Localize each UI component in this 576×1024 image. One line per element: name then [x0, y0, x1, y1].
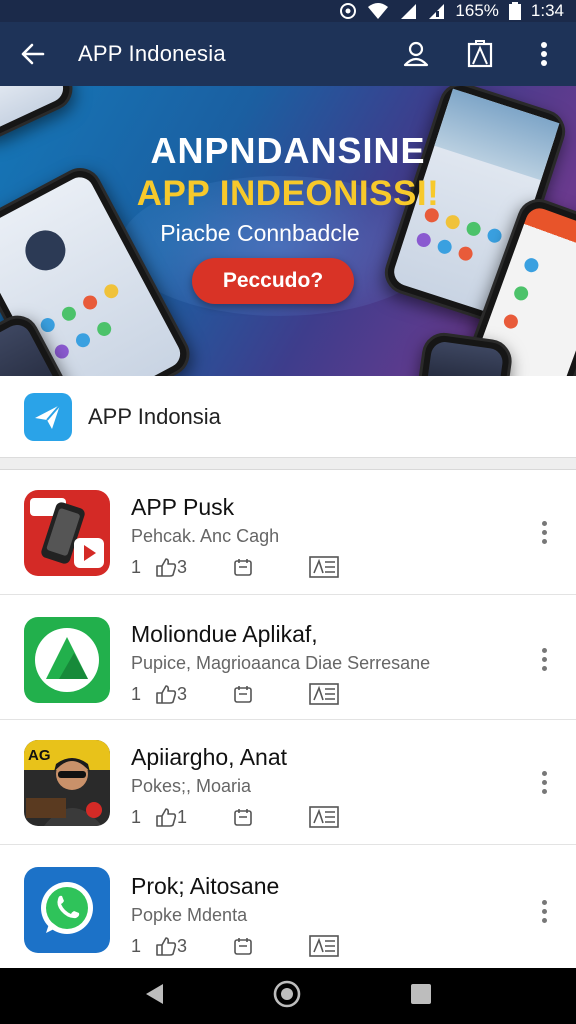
- count-value: 1: [131, 556, 142, 577]
- overflow-menu-button[interactable]: [512, 22, 576, 86]
- circle-home-icon: [273, 980, 301, 1007]
- count-value: 1: [131, 935, 142, 956]
- more-options-button[interactable]: [534, 762, 554, 802]
- calendar-icon: [234, 809, 252, 826]
- list-item[interactable]: APP Pusk Pehcak. Anc Cagh 1 3: [0, 470, 576, 595]
- app-subtitle: Pehcak. Anc Cagh: [131, 526, 280, 546]
- banner-heading-line1: ANPNDANSINE: [150, 130, 426, 171]
- app-logo-icon: [24, 392, 72, 441]
- square-recents-icon: [410, 983, 431, 1004]
- more-options-button[interactable]: [534, 639, 554, 679]
- details-icon: [309, 806, 339, 828]
- section-title: APP Indonsia: [88, 403, 221, 429]
- thumbs-up-icon: [156, 685, 177, 704]
- likes-value: 1: [177, 806, 188, 827]
- account-button[interactable]: [384, 22, 448, 86]
- likes-value: 3: [177, 935, 188, 956]
- list-item[interactable]: Moliondue Aplikaf, Pupice, Magrioaanca D…: [0, 595, 576, 720]
- count-value: 1: [131, 683, 142, 704]
- nav-home-button[interactable]: [272, 979, 302, 1014]
- triangle-back-icon: [146, 983, 164, 1004]
- wifi-icon: [367, 2, 389, 20]
- battery-icon: [508, 2, 521, 20]
- arrow-left-icon: [21, 43, 45, 65]
- red-phone-icon: [24, 490, 110, 576]
- app-name: Moliondue Aplikaf,: [131, 621, 318, 647]
- calendar-icon: [234, 938, 252, 955]
- section-header[interactable]: APP Indonsia: [0, 376, 576, 458]
- list-item[interactable]: AG Apiiargho, Anat Pokes;, Moaria 1 1: [0, 720, 576, 845]
- app-name: Prok; Aitosane: [131, 873, 280, 899]
- banner-heading-line2: APP INDEONISSI!: [136, 174, 440, 213]
- person-icon: [403, 41, 429, 67]
- status-bar: 165% 1:34: [0, 0, 576, 22]
- green-triangle-icon: [24, 617, 110, 703]
- more-options-button[interactable]: [534, 891, 554, 931]
- share-button[interactable]: [448, 22, 512, 86]
- more-vert-icon: [541, 42, 547, 66]
- likes-value: 3: [177, 683, 188, 704]
- share-icon: [467, 40, 493, 68]
- details-icon: [309, 683, 339, 705]
- thumbs-up-icon: [156, 558, 177, 577]
- more-options-button[interactable]: [534, 512, 554, 552]
- app-list: APP Pusk Pehcak. Anc Cagh 1 3 Moliondue …: [0, 470, 576, 968]
- list-item[interactable]: Prok; Aitosane Popke Mdenta 1 3: [0, 845, 576, 970]
- system-nav-bar: [0, 968, 576, 1024]
- signal-icon: [399, 2, 417, 20]
- app-name: APP Pusk: [131, 494, 235, 520]
- whatsapp-icon: [24, 867, 110, 953]
- battery-percent: 165%: [455, 1, 499, 20]
- app-subtitle: Pupice, Magrioaanca Diae Serresane: [131, 653, 431, 673]
- promo-banner[interactable]: ANPNDANSINE APP INDEONISSI! Piacbe Connb…: [0, 86, 576, 376]
- portrait-icon: AG: [24, 740, 110, 826]
- likes-value: 3: [177, 556, 188, 577]
- banner-cta-button[interactable]: Peccudo?: [192, 258, 354, 304]
- app-meta: 1 3: [131, 683, 339, 705]
- calendar-icon: [234, 559, 252, 576]
- count-value: 1: [131, 806, 142, 827]
- app-subtitle: Popke Mdenta: [131, 905, 248, 925]
- screen: 165% 1:34 APP Indonesia ANPNDANSINE APP …: [0, 0, 576, 1024]
- page-title: APP Indonesia: [78, 41, 226, 66]
- details-icon: [309, 935, 339, 957]
- nav-back-button[interactable]: [143, 982, 165, 1011]
- app-subtitle: Pokes;, Moaria: [131, 776, 252, 796]
- app-meta: 1 3: [131, 556, 339, 578]
- details-icon: [309, 556, 339, 578]
- app-name: Apiiargho, Anat: [131, 744, 288, 770]
- divider: [0, 458, 576, 470]
- calendar-icon: [234, 686, 252, 703]
- signal-2-icon: [427, 2, 445, 20]
- app-bar: APP Indonesia: [0, 22, 576, 86]
- back-button[interactable]: [0, 22, 64, 86]
- banner-subheading: Piacbe Connbadcle: [160, 220, 360, 246]
- app-meta: 1 3: [131, 935, 339, 957]
- app-meta: 1 1: [131, 806, 339, 828]
- thumbs-up-icon: [156, 937, 177, 956]
- nav-recents-button[interactable]: [409, 982, 433, 1011]
- svg-text:AG: AG: [28, 747, 51, 764]
- notification-icon: [339, 2, 357, 20]
- thumbs-up-icon: [156, 808, 177, 827]
- clock: 1:34: [530, 1, 564, 20]
